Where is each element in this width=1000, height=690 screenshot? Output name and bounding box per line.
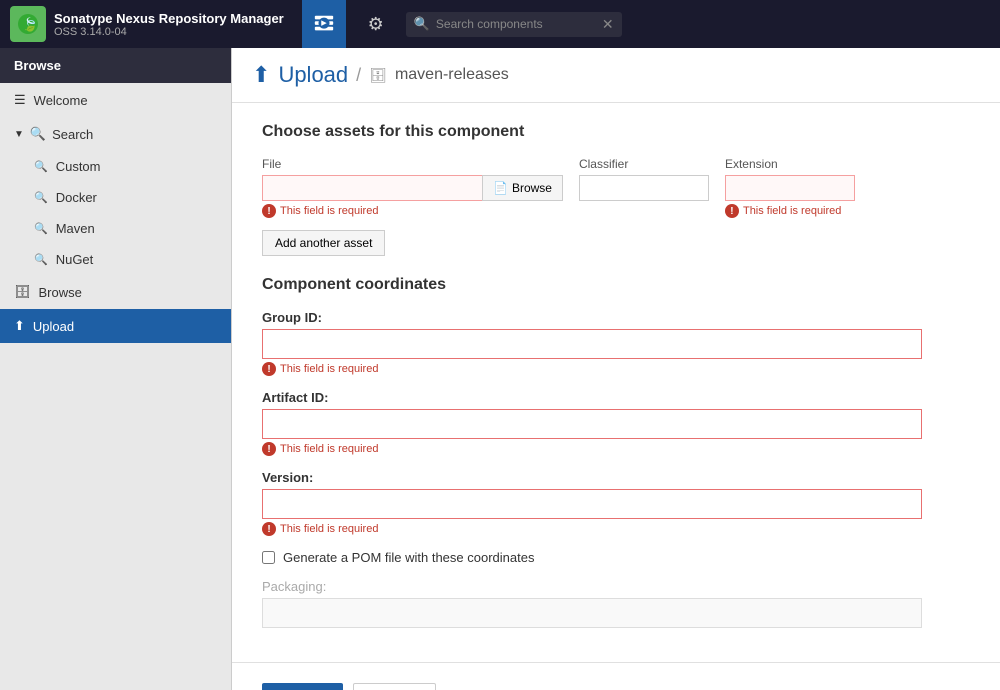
file-column: File 📄 Browse ! This field is required — [262, 157, 563, 218]
upload-button[interactable]: Upload — [262, 683, 343, 690]
error-icon: ! — [725, 204, 739, 218]
asset-row: File 📄 Browse ! This field is required — [262, 157, 970, 218]
form-actions: Upload Cancel — [232, 662, 1000, 690]
sidebar-item-label: NuGet — [56, 252, 94, 267]
extension-error-text: This field is required — [743, 205, 841, 217]
group-id-label: Group ID: — [262, 310, 970, 325]
app-logo: 🍃 — [10, 6, 46, 42]
search-icon: 🔍 — [414, 16, 430, 32]
app-title-block: Sonatype Nexus Repository Manager OSS 3.… — [54, 11, 284, 38]
sidebar-item-nuget[interactable]: 🔍 NuGet — [0, 244, 231, 275]
version-group: Version: ! This field is required — [262, 470, 970, 536]
sidebar-item-welcome[interactable]: ☰ Welcome — [0, 83, 231, 117]
browse-button[interactable]: 📄 Browse — [482, 175, 563, 201]
browse-label: Browse — [512, 181, 552, 195]
file-icon: 📄 — [493, 181, 508, 195]
nav-icon[interactable] — [302, 0, 346, 48]
repo-name: maven-releases — [395, 66, 509, 84]
extension-column: Extension ! This field is required — [725, 157, 855, 218]
page-title: Upload — [278, 62, 348, 88]
topbar: 🍃 Sonatype Nexus Repository Manager OSS … — [0, 0, 1000, 48]
search-box: 🔍 ✕ — [406, 12, 622, 37]
classifier-column: Classifier — [579, 157, 709, 201]
search-icon: 🔍 — [30, 126, 46, 142]
artifact-id-error-text: This field is required — [280, 443, 378, 455]
error-icon: ! — [262, 522, 276, 536]
sidebar-item-docker[interactable]: 🔍 Docker — [0, 182, 231, 213]
sidebar-item-label: Custom — [56, 159, 101, 174]
upload-icon: ⬆ — [14, 318, 25, 334]
sidebar-item-search[interactable]: ▼ 🔍 Search — [0, 117, 231, 151]
repo-db-icon: 🗄 — [369, 67, 387, 84]
version-input[interactable] — [262, 489, 922, 519]
app-version: OSS 3.14.0-04 — [54, 26, 284, 38]
pom-checkbox-row: Generate a POM file with these coordinat… — [262, 550, 970, 565]
extension-input[interactable] — [725, 175, 855, 201]
main-layout: Browse ☰ Welcome ▼ 🔍 Search 🔍 Custom 🔍 D… — [0, 48, 1000, 690]
breadcrumb-sep: / — [356, 65, 361, 86]
packaging-group: Packaging: — [262, 579, 970, 628]
packaging-label: Packaging: — [262, 579, 970, 594]
error-icon: ! — [262, 362, 276, 376]
file-label: File — [262, 157, 563, 171]
pom-checkbox[interactable] — [262, 551, 275, 564]
db-icon: 🗄 — [14, 284, 31, 300]
search-icon: 🔍 — [34, 253, 48, 266]
group-id-input[interactable] — [262, 329, 922, 359]
error-icon: ! — [262, 204, 276, 218]
sidebar-header: Browse — [0, 48, 231, 83]
pom-checkbox-label[interactable]: Generate a POM file with these coordinat… — [283, 550, 534, 565]
sidebar-item-label: Docker — [56, 190, 97, 205]
upload-header-icon: ⬆ — [252, 62, 270, 88]
menu-icon: ☰ — [14, 92, 26, 108]
packaging-input[interactable] — [262, 598, 922, 628]
sidebar-item-label: Maven — [56, 221, 95, 236]
sidebar-item-label: Welcome — [34, 93, 88, 108]
file-input[interactable] — [262, 175, 482, 201]
artifact-id-label: Artifact ID: — [262, 390, 970, 405]
cancel-button[interactable]: Cancel — [353, 683, 435, 690]
group-id-error-text: This field is required — [280, 363, 378, 375]
version-error: ! This field is required — [262, 522, 970, 536]
classifier-input[interactable] — [579, 175, 709, 201]
form-content: Choose assets for this component File 📄 … — [232, 103, 1000, 662]
sidebar: Browse ☰ Welcome ▼ 🔍 Search 🔍 Custom 🔍 D… — [0, 48, 232, 690]
group-id-group: Group ID: ! This field is required — [262, 310, 970, 376]
search-input[interactable] — [436, 17, 596, 31]
artifact-id-input[interactable] — [262, 409, 922, 439]
page-header: ⬆ Upload / 🗄 maven-releases — [232, 48, 1000, 103]
sidebar-item-label: Browse — [39, 285, 82, 300]
section2-title: Component coordinates — [262, 276, 970, 294]
content-area: ⬆ Upload / 🗄 maven-releases Choose asset… — [232, 48, 1000, 690]
version-error-text: This field is required — [280, 523, 378, 535]
file-error-text: This field is required — [280, 205, 378, 217]
group-id-error: ! This field is required — [262, 362, 970, 376]
sidebar-item-maven[interactable]: 🔍 Maven — [0, 213, 231, 244]
svg-text:🍃: 🍃 — [22, 16, 38, 32]
add-asset-button[interactable]: Add another asset — [262, 230, 385, 256]
error-icon: ! — [262, 442, 276, 456]
app-title: Sonatype Nexus Repository Manager — [54, 11, 284, 26]
sidebar-item-label: Upload — [33, 319, 74, 334]
extension-label: Extension — [725, 157, 855, 171]
sidebar-item-browse[interactable]: 🗄 Browse — [0, 275, 231, 309]
sidebar-item-label: Search — [52, 127, 93, 142]
artifact-id-group: Artifact ID: ! This field is required — [262, 390, 970, 456]
search-icon: 🔍 — [34, 160, 48, 173]
classifier-label: Classifier — [579, 157, 709, 171]
file-input-group: 📄 Browse — [262, 175, 563, 201]
search-clear-icon[interactable]: ✕ — [602, 16, 614, 33]
search-icon: 🔍 — [34, 191, 48, 204]
version-label: Version: — [262, 470, 970, 485]
sidebar-item-upload[interactable]: ⬆ Upload — [0, 309, 231, 343]
artifact-id-error: ! This field is required — [262, 442, 970, 456]
extension-error: ! This field is required — [725, 204, 855, 218]
settings-icon[interactable]: ⚙ — [354, 0, 398, 48]
file-error: ! This field is required — [262, 204, 563, 218]
triangle-icon: ▼ — [14, 129, 24, 140]
sidebar-item-custom[interactable]: 🔍 Custom — [0, 151, 231, 182]
section1-title: Choose assets for this component — [262, 123, 970, 141]
search-icon: 🔍 — [34, 222, 48, 235]
add-asset-label: Add another asset — [275, 236, 372, 250]
